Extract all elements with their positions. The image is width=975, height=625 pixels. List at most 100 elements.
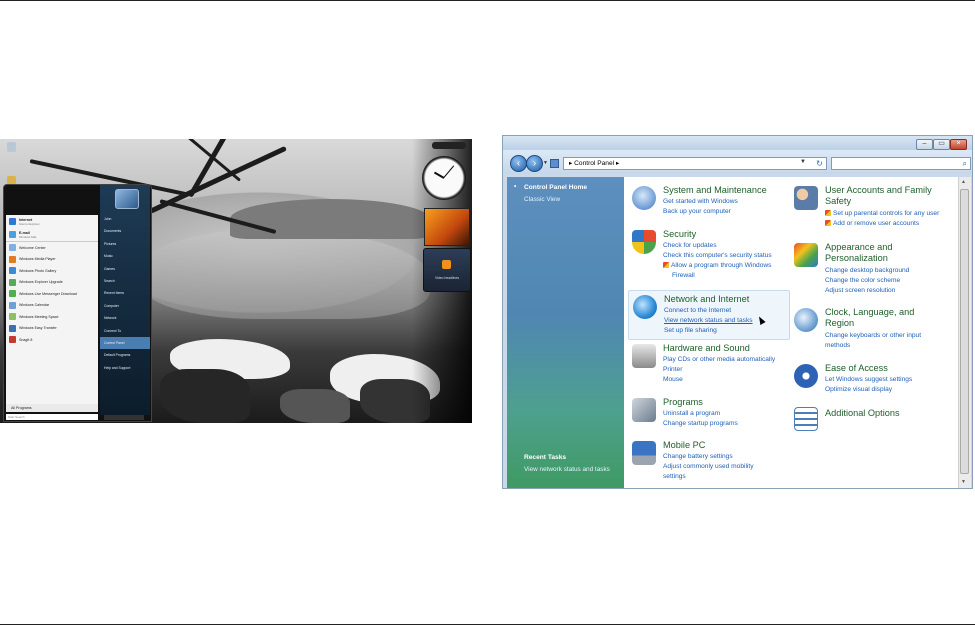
pinned-item-email[interactable]: E-mail Windows Mail (6, 228, 98, 242)
scroll-down-arrow-icon[interactable]: ▼ (961, 479, 966, 485)
task-link[interactable]: Mouse (663, 375, 775, 385)
menu-item-network[interactable]: Network (100, 312, 150, 324)
scrollbar-thumb[interactable] (960, 189, 969, 474)
feed-headlines-gadget[interactable]: Video headlines (423, 248, 471, 292)
task-link[interactable]: Allow a program through Windows (663, 261, 772, 271)
menu-item-search[interactable]: Search (100, 275, 150, 287)
menu-item-control-panel[interactable]: Control Panel (100, 336, 150, 350)
task-link-hovered[interactable]: View network status and tasks (664, 316, 753, 326)
program-item[interactable]: Windows Explorer Upgrade (6, 277, 98, 289)
task-link[interactable]: methods (825, 341, 921, 351)
task-link[interactable]: Change battery settings (663, 452, 754, 462)
menu-item-help-and-support[interactable]: Help and Support (100, 362, 150, 374)
task-link[interactable]: Check for updates (663, 241, 772, 251)
task-link[interactable]: Firewall (663, 271, 772, 281)
recent-task-link[interactable]: View network status and tasks (524, 466, 610, 473)
minimize-button[interactable]: – (916, 139, 933, 150)
category-title[interactable]: Ease of Access (825, 363, 888, 374)
close-button[interactable]: × (950, 139, 967, 150)
easy-transfer-icon (9, 324, 16, 332)
category-title[interactable]: Clock, Language, and Region (825, 307, 914, 329)
task-link[interactable]: Set up file sharing (664, 326, 753, 336)
task-link[interactable]: Change keyboards or other input (825, 331, 921, 341)
menu-item-pictures[interactable]: Pictures (100, 238, 150, 250)
category-title-line: Appearance and (825, 242, 893, 252)
menu-item-default-programs[interactable]: Default Programs (100, 349, 150, 361)
recycle-bin-icon[interactable] (7, 142, 16, 152)
program-item[interactable]: Windows Live Messenger Download (6, 288, 98, 300)
classic-view-link[interactable]: Classic View (524, 196, 560, 203)
category-title[interactable]: Network and Internet (664, 294, 749, 305)
menu-item-music[interactable]: Music (100, 250, 150, 262)
task-link[interactable]: Get started with Windows (663, 197, 738, 207)
address-toolbar: ‹ › ▼ ▸ Control Panel ▸ ▼ ↻ ⌕ (503, 150, 972, 174)
category-title[interactable]: Additional Options (825, 408, 900, 419)
category-title[interactable]: System and Maintenance (663, 185, 767, 196)
photo-gallery-icon (9, 267, 16, 275)
category-hardware-and-sound: Hardware and Sound Play CDs or other med… (632, 343, 802, 388)
start-menu: Internet Internet Explorer E-mail Windows … (3, 184, 152, 422)
breadcrumb-control-panel[interactable]: Control Panel (574, 160, 614, 167)
task-link[interactable]: Check this computer's security status (663, 251, 772, 261)
task-link[interactable]: Optimize visual display (825, 385, 912, 395)
menu-item-games[interactable]: Games (100, 263, 150, 275)
task-link[interactable]: Uninstall a program (663, 409, 738, 419)
search-icon[interactable]: ⌕ (963, 159, 967, 169)
program-item[interactable]: Welcome Center (6, 242, 98, 254)
menu-item-recent-items[interactable]: Recent Items (100, 287, 150, 299)
task-link[interactable]: Change the color scheme (825, 276, 909, 286)
program-item[interactable]: Windows Easy Transfer (6, 323, 98, 335)
start-search-input[interactable]: Start Search (6, 414, 98, 420)
all-programs-button[interactable]: All Programs (6, 404, 98, 412)
task-link[interactable]: Printer (663, 365, 775, 375)
clock-gadget[interactable] (422, 156, 466, 200)
task-link[interactable]: Let Windows suggest settings (825, 375, 912, 385)
program-item[interactable]: SnagIt 8 (6, 334, 98, 346)
calendar-icon (9, 301, 16, 309)
forward-arrow-icon[interactable]: › (526, 155, 543, 172)
back-arrow-icon[interactable]: ‹ (510, 155, 527, 172)
user-picture-icon[interactable] (115, 189, 139, 209)
task-link[interactable]: settings (663, 472, 754, 482)
menu-item-documents[interactable]: Documents (100, 225, 150, 237)
program-item[interactable]: Windows Photo Gallery (6, 265, 98, 277)
search-input[interactable]: ⌕ (831, 157, 971, 170)
category-title[interactable]: Hardware and Sound (663, 343, 750, 354)
recent-pages-dropdown-icon[interactable]: ▼ (543, 160, 548, 166)
refresh-icon[interactable]: ↻ (814, 158, 825, 169)
program-item[interactable]: Windows Calendar (6, 300, 98, 312)
program-item[interactable]: Windows Media Player (6, 254, 98, 266)
category-title[interactable]: Programs (663, 397, 703, 408)
task-link[interactable]: Connect to the Internet (664, 306, 753, 316)
control-panel-home-link[interactable]: Control Panel Home (514, 183, 587, 191)
task-link[interactable]: Set up parental controls for any user (825, 209, 939, 219)
category-title[interactable]: Mobile PC (663, 440, 705, 451)
address-bar[interactable]: ▸ Control Panel ▸ (563, 157, 827, 170)
address-dropdown-icon[interactable]: ▼ (800, 159, 806, 165)
program-item[interactable]: Windows Meeting Space (6, 311, 98, 323)
category-title[interactable]: Security (663, 229, 696, 240)
internet-explorer-icon (9, 218, 16, 225)
task-link[interactable]: Change startup programs (663, 419, 738, 429)
task-link[interactable]: Change desktop background (825, 266, 909, 276)
program-label: Windows Live Messenger Download (19, 291, 77, 296)
category-title[interactable]: Appearance and Personalization (825, 242, 892, 264)
category-title[interactable]: User Accounts and Family Safety (825, 185, 932, 207)
task-link[interactable]: Back up your computer (663, 207, 738, 217)
pinned-item-internet[interactable]: Internet Internet Explorer (6, 215, 98, 228)
menu-item-computer[interactable]: Computer (100, 300, 150, 312)
scroll-up-arrow-icon[interactable]: ▲ (961, 179, 966, 185)
task-pane: Control Panel Home Classic View Recent T… (507, 177, 624, 488)
slideshow-gadget[interactable] (424, 208, 470, 246)
power-lock-buttons[interactable] (104, 415, 144, 420)
task-link[interactable]: Adjust screen resolution (825, 286, 909, 296)
task-link[interactable]: Play CDs or other media automatically (663, 355, 775, 365)
menu-item-connect-to[interactable]: Connect To (100, 325, 150, 337)
additional-options-list-icon (794, 407, 818, 431)
menu-item-john[interactable]: John (100, 213, 150, 225)
task-link[interactable]: Add or remove user accounts (825, 219, 939, 229)
maximize-button[interactable]: ▭ (933, 139, 950, 150)
sidebar-gadget-controls[interactable] (432, 142, 466, 149)
vertical-scrollbar[interactable]: ▲ ▼ (958, 177, 971, 488)
task-link[interactable]: Adjust commonly used mobility (663, 462, 754, 472)
